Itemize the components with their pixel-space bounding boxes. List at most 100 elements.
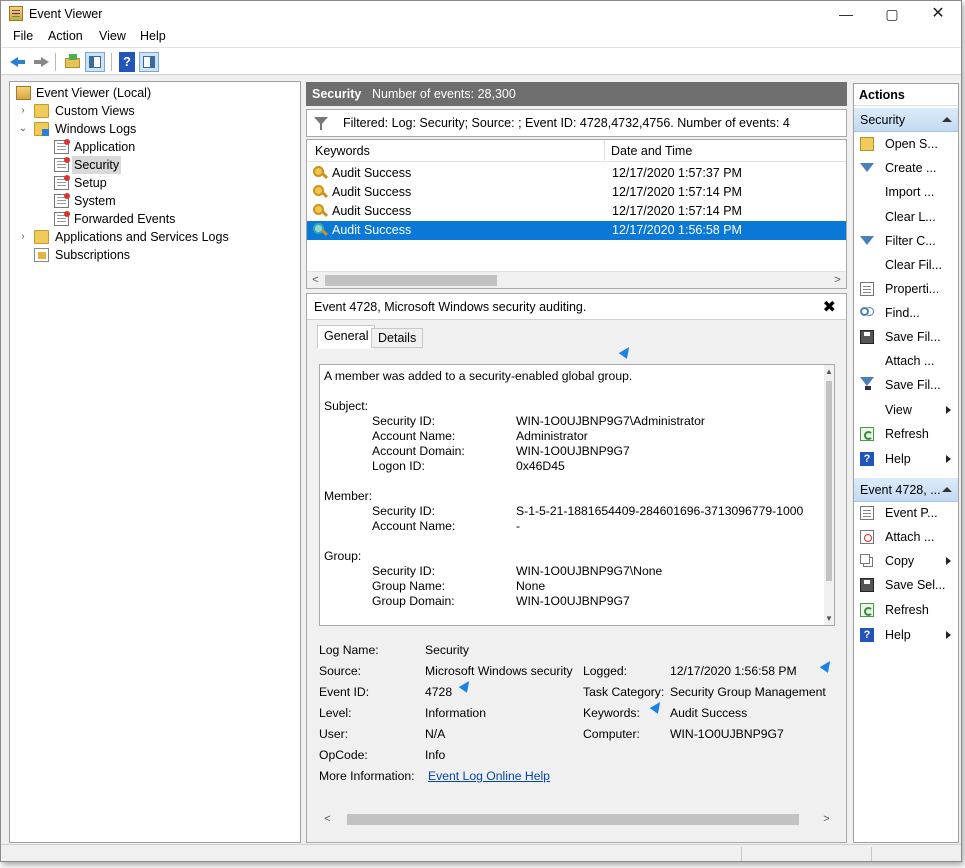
action-clear-filter[interactable]: Clear Fil...	[854, 253, 958, 277]
scroll-left-arrow[interactable]: <	[319, 811, 336, 828]
back-arrow-icon[interactable]	[9, 52, 29, 72]
action-attach-task[interactable]: Attach ...	[854, 349, 958, 373]
action-event-properties[interactable]: Event P...	[854, 501, 958, 525]
log-header-bar: Security Number of events: 28,300	[306, 82, 847, 106]
description-vertical-scrollbar[interactable]: ▲ ▼	[824, 365, 834, 625]
member-security-id-value: S-1-5-21-1881654409-284601696-3713096779…	[516, 504, 804, 518]
event-keyword: Audit Success	[332, 204, 412, 218]
event-log-online-help-link[interactable]: Event Log Online Help	[428, 769, 550, 783]
scrollbar-thumb[interactable]	[826, 381, 832, 581]
chevron-down-icon[interactable]: ⌄	[18, 120, 28, 138]
event-count: Number of events: 28,300	[372, 87, 516, 101]
action-properties[interactable]: Properti...	[854, 277, 958, 301]
subject-security-id-value: WIN-1O0UJBNP9G7\Administrator	[516, 414, 705, 428]
refresh-icon	[860, 603, 874, 617]
scroll-down-arrow[interactable]: ▼	[824, 614, 834, 623]
scroll-right-arrow[interactable]: >	[829, 272, 846, 289]
column-header-date-and-time[interactable]: Date and Time	[606, 140, 846, 162]
events-horizontal-scrollbar[interactable]: < >	[307, 271, 846, 288]
menu-help[interactable]: Help	[140, 29, 166, 43]
actions-section-event[interactable]: Event 4728, ...	[854, 478, 958, 502]
status-segment	[871, 847, 872, 861]
action-create-custom-view[interactable]: Create ...	[854, 156, 958, 180]
up-folder-icon[interactable]	[63, 52, 83, 72]
action-save-filtered-log[interactable]: Save Fil...	[854, 325, 958, 349]
actions-header: Actions	[854, 84, 958, 106]
action-import-custom-view[interactable]: Import ...	[854, 180, 958, 204]
scroll-left-arrow[interactable]: <	[307, 272, 324, 289]
action-save-selected-events[interactable]: Save Sel...	[854, 573, 958, 597]
minimize-button[interactable]: —	[823, 1, 869, 27]
opcode-label: OpCode:	[319, 748, 368, 762]
action-find[interactable]: Find...	[854, 301, 958, 325]
action-view[interactable]: View	[854, 398, 958, 422]
opcode-value: Info	[425, 748, 446, 762]
help-icon[interactable]: ?	[119, 52, 135, 72]
audit-success-key-icon	[313, 166, 327, 180]
event-detail-title: Event 4728, Microsoft Windows security a…	[314, 300, 587, 314]
close-button[interactable]: ✕	[915, 1, 961, 27]
help-icon: ?	[860, 452, 874, 466]
description-intro: A member was added to a security-enabled…	[324, 369, 633, 383]
event-row-selected[interactable]: Audit Success 12/17/2020 1:56:58 PM	[307, 221, 846, 240]
chevron-right-icon[interactable]: ›	[18, 228, 28, 246]
tab-general[interactable]: General	[317, 325, 376, 349]
forward-arrow-icon[interactable]	[31, 52, 51, 72]
menu-bar: File Action View Help	[1, 27, 961, 47]
action-save-filter[interactable]: Save Fil...	[854, 373, 958, 397]
toolbar-separator	[111, 53, 112, 71]
task-category-label: Task Category:	[583, 685, 665, 699]
filter-bar: Filtered: Log: Security; Source: ; Event…	[306, 109, 847, 137]
scrollbar-thumb[interactable]	[347, 814, 799, 825]
scroll-right-arrow[interactable]: >	[818, 811, 835, 828]
action-help[interactable]: ? Help	[854, 447, 958, 471]
folder-icon	[34, 230, 49, 244]
menu-view[interactable]: View	[99, 29, 126, 43]
maximize-button[interactable]: ▢	[869, 1, 915, 27]
scrollbar-thumb[interactable]	[325, 275, 497, 286]
actions-section-security[interactable]: Security	[854, 108, 958, 132]
keywords-label: Keywords:	[583, 706, 640, 720]
subject-account-name-value: Administrator	[516, 429, 588, 443]
tree-item-label: Windows Logs	[55, 122, 137, 136]
action-open-saved-log[interactable]: Open S...	[854, 132, 958, 156]
chevron-right-icon[interactable]: ›	[18, 102, 28, 120]
close-detail-icon[interactable]: ✖	[823, 297, 836, 317]
menu-file[interactable]: File	[13, 29, 33, 43]
scroll-up-arrow[interactable]: ▲	[824, 367, 834, 376]
event-datetime: 12/17/2020 1:57:14 PM	[612, 185, 742, 199]
action-copy[interactable]: Copy	[854, 549, 958, 573]
event-row[interactable]: Audit Success 12/17/2020 1:57:37 PM	[307, 164, 846, 183]
submenu-arrow-icon	[946, 557, 951, 565]
console-tree: Event Viewer (Local) › Custom Views ⌄ Wi…	[9, 81, 301, 843]
menu-action[interactable]: Action	[48, 29, 83, 43]
tab-details[interactable]: Details	[371, 328, 424, 348]
detail-horizontal-scrollbar[interactable]: < >	[319, 811, 835, 828]
show-hide-action-pane-icon[interactable]	[139, 52, 159, 72]
event-keyword: Audit Success	[332, 223, 412, 237]
save-icon	[860, 578, 874, 592]
action-attach-task-to-event[interactable]: Attach ...	[854, 525, 958, 549]
submenu-arrow-icon	[946, 406, 951, 414]
column-header-keywords[interactable]: Keywords	[307, 140, 605, 162]
action-clear-log[interactable]: Clear L...	[854, 205, 958, 229]
action-refresh[interactable]: Refresh	[854, 422, 958, 446]
event-keyword: Audit Success	[332, 185, 412, 199]
collapse-caret-icon[interactable]	[942, 117, 952, 122]
event-row[interactable]: Audit Success 12/17/2020 1:57:14 PM	[307, 183, 846, 202]
collapse-caret-icon[interactable]	[942, 487, 952, 492]
source-value: Microsoft Windows security	[425, 664, 573, 678]
tree-item-label: Applications and Services Logs	[55, 230, 229, 244]
show-hide-console-tree-icon[interactable]	[85, 52, 105, 72]
action-filter-current-log[interactable]: Filter C...	[854, 229, 958, 253]
action-help-event[interactable]: ? Help	[854, 623, 958, 647]
event-datetime: 12/17/2020 1:57:14 PM	[612, 204, 742, 218]
tree-item-label: Event Viewer (Local)	[36, 86, 152, 100]
event-row[interactable]: Audit Success 12/17/2020 1:57:14 PM	[307, 202, 846, 221]
log-icon	[54, 211, 70, 226]
action-refresh-event[interactable]: Refresh	[854, 598, 958, 622]
tree-item-label: Setup	[74, 176, 107, 190]
group-label: Group:	[324, 549, 362, 563]
cursor-pointer-icon	[819, 658, 835, 673]
task-category-value: Security Group Management	[670, 685, 826, 699]
